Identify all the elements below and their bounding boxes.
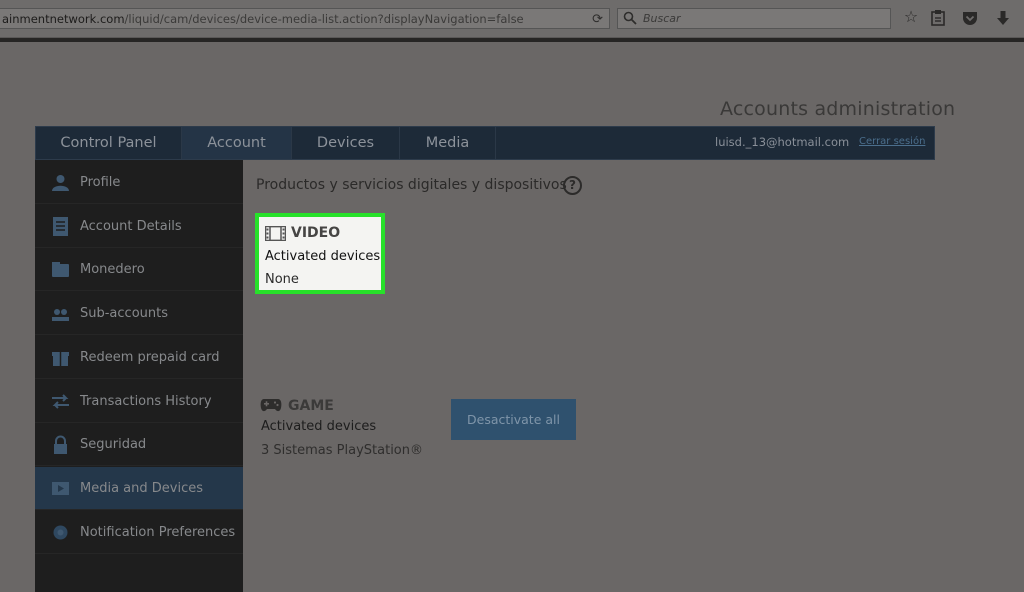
game-subtitle: Activated devices	[261, 419, 377, 434]
wallet-icon	[52, 262, 69, 277]
sidebar-item-transactions-history[interactable]: Transactions History	[35, 380, 243, 423]
gamepad-icon	[260, 399, 282, 412]
url-text: ainmentnetwork.com/liquid/cam/devices/de…	[2, 12, 524, 26]
sidebar-item-label: Sub-accounts	[80, 306, 168, 321]
video-title: VIDEO	[291, 225, 341, 241]
tab-media[interactable]: Media	[400, 127, 496, 159]
sidebar-item-media-and-devices[interactable]: Media and Devices	[35, 467, 243, 510]
sidebar-item-sub-accounts[interactable]: Sub-accounts	[35, 292, 243, 335]
sidebar-item-notification-preferences[interactable]: Notification Preferences	[35, 511, 243, 554]
page-title: Accounts administration	[720, 98, 956, 120]
sidebar-item-label: Seguridad	[80, 437, 147, 452]
sidebar-item-label: Transactions History	[80, 394, 212, 409]
media-icon	[52, 482, 69, 495]
tab-account[interactable]: Account	[182, 127, 292, 159]
sidebar-item-label: Monedero	[80, 262, 145, 277]
top-navigation: Control Panel Account Devices Media luis…	[35, 126, 935, 160]
video-subtitle: Activated devices	[265, 249, 381, 264]
sidebar-item-monedero[interactable]: Monedero	[35, 248, 243, 291]
sidebar-item-label: Notification Preferences	[80, 525, 236, 540]
sidebar-item-label: Profile	[80, 175, 121, 190]
search-placeholder: Buscar	[643, 12, 681, 25]
sidebar-item-seguridad[interactable]: Seguridad	[35, 423, 243, 466]
sidebar-item-label: Redeem prepaid card	[80, 350, 220, 365]
search-icon	[623, 11, 637, 25]
browser-toolbar: ainmentnetwork.com/liquid/cam/devices/de…	[0, 0, 1024, 38]
arrows-icon	[52, 394, 69, 409]
reading-list-icon[interactable]	[929, 9, 947, 27]
gift-icon	[52, 352, 69, 366]
people-icon	[52, 309, 69, 321]
video-value: None	[265, 272, 299, 287]
tab-control-panel[interactable]: Control Panel	[36, 127, 182, 159]
tab-devices[interactable]: Devices	[292, 127, 400, 159]
game-value: 3 Sistemas PlayStation®	[261, 443, 423, 458]
video-card: VIDEO Activated devices None	[255, 213, 385, 294]
bell-icon	[53, 525, 68, 540]
sidebar-item-label: Account Details	[80, 219, 182, 234]
url-host: ainmentnetwork.com	[2, 12, 125, 26]
sidebar-item-account-details[interactable]: Account Details	[35, 205, 243, 248]
toolbar-divider	[0, 38, 1024, 42]
url-path: /liquid/cam/devices/device-media-list.ac…	[124, 12, 524, 26]
logout-link[interactable]: Cerrar sesión	[859, 136, 925, 147]
reload-icon[interactable]: ⟳	[592, 11, 603, 27]
person-icon	[52, 175, 69, 191]
user-email: luisd._13@hotmail.com	[715, 135, 850, 149]
lock-icon	[54, 435, 67, 454]
url-bar[interactable]: ainmentnetwork.com/liquid/cam/devices/de…	[0, 8, 610, 29]
help-icon[interactable]: ?	[563, 176, 582, 195]
bookmark-star-icon[interactable]: ☆	[902, 9, 920, 27]
sidebar-item-redeem-prepaid-card[interactable]: Redeem prepaid card	[35, 336, 243, 379]
section-title: Productos y servicios digitales y dispos…	[256, 177, 567, 193]
film-icon	[265, 226, 286, 241]
sidebar-item-label: Media and Devices	[80, 481, 203, 496]
sidebar: Profile Account Details Monedero Sub-acc…	[35, 160, 243, 592]
pocket-icon[interactable]	[961, 9, 979, 27]
game-title: GAME	[288, 398, 334, 414]
search-input[interactable]: Buscar	[617, 8, 891, 29]
download-icon[interactable]	[994, 9, 1012, 27]
document-icon	[53, 217, 68, 236]
deactivate-all-button[interactable]: Desactivate all	[451, 399, 576, 440]
sidebar-item-profile[interactable]: Profile	[35, 161, 243, 204]
